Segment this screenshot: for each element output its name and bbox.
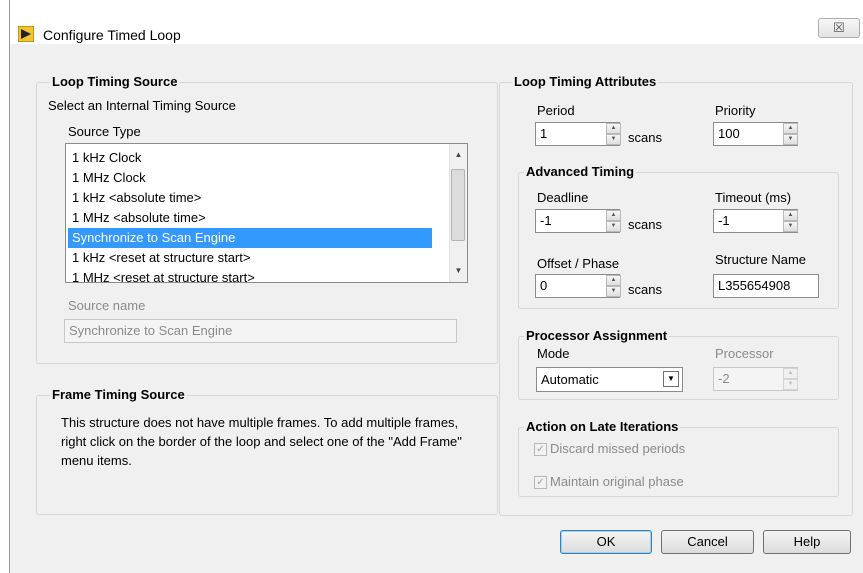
scroll-down-arrow-icon[interactable]: ▼ [450,262,467,279]
spin-up-icon[interactable]: ▲ [606,123,621,134]
processor-spinner: ▲ ▼ [783,368,798,390]
advanced-timing-title: Advanced Timing [524,164,637,179]
labview-app-icon [18,26,34,42]
list-item[interactable]: 1 MHz <absolute time> [68,208,432,228]
spin-down-icon[interactable]: ▼ [606,134,621,145]
spin-down-icon: ▼ [783,379,798,390]
list-item[interactable]: 1 kHz Clock [68,148,432,168]
scrollbar-thumb[interactable] [451,169,465,241]
source-type-label: Source Type [68,124,141,139]
late-iterations-title: Action on Late Iterations [524,419,681,434]
maintain-original-phase-label: Maintain original phase [550,474,684,489]
priority-spinner[interactable]: ▲ ▼ [783,123,798,145]
spin-up-icon[interactable]: ▲ [783,123,798,134]
scroll-up-arrow-icon[interactable]: ▲ [450,146,467,163]
list-item[interactable]: 1 MHz Clock [68,168,432,188]
spin-up-icon: ▲ [783,368,798,379]
spin-up-icon[interactable]: ▲ [606,275,621,286]
list-item[interactable]: 1 kHz <reset at structure start> [68,248,432,268]
loop-timing-attributes-title: Loop Timing Attributes [512,74,659,89]
chevron-down-icon[interactable]: ▼ [663,371,679,387]
structure-name-label: Structure Name [715,252,807,267]
ok-button[interactable]: OK [560,530,652,554]
close-button[interactable]: ☒ [818,18,860,38]
discard-missed-periods-label: Discard missed periods [550,441,686,456]
timeout-spinner[interactable]: ▲ ▼ [783,210,798,232]
deadline-spinner[interactable]: ▲ ▼ [606,210,621,232]
offset-phase-spinner[interactable]: ▲ ▼ [606,275,621,297]
loop-timing-source-title: Loop Timing Source [50,74,180,89]
spin-down-icon[interactable]: ▼ [606,221,621,232]
window-title: Configure Timed Loop [43,27,181,43]
title-bar: Configure Timed Loop ☒ [10,0,863,44]
period-unit: scans [628,130,662,145]
offset-phase-unit: scans [628,282,662,297]
maintain-original-phase-checkbox: ✓ [534,476,547,489]
list-item[interactable]: 1 MHz <reset at structure start> [68,268,432,282]
spin-up-icon[interactable]: ▲ [606,210,621,221]
processor-assignment-title: Processor Assignment [524,328,670,343]
period-spinner[interactable]: ▲ ▼ [606,123,621,145]
help-button[interactable]: Help [763,530,851,554]
deadline-label: Deadline [537,190,589,205]
source-name-label: Source name [68,298,146,313]
internal-timing-subtitle: Select an Internal Timing Source [48,98,236,113]
listbox-scrollbar[interactable]: ▲ ▼ [449,144,467,282]
mode-dropdown-value: Automatic [541,372,599,387]
list-item[interactable]: 1 kHz <absolute time> [68,188,432,208]
processor-label: Processor [715,346,774,361]
source-name-field: Synchronize to Scan Engine [64,319,457,343]
source-type-listbox[interactable]: 1 kHz Clock 1 MHz Clock 1 kHz <absolute … [65,143,468,283]
mode-label: Mode [537,346,570,361]
deadline-unit: scans [628,217,662,232]
mode-dropdown[interactable]: Automatic ▼ [536,367,683,392]
frame-timing-description: This structure does not have multiple fr… [61,415,462,468]
structure-name-field[interactable]: L355654908 [713,274,819,298]
discard-missed-periods-checkbox: ✓ [534,443,547,456]
offset-phase-label: Offset / Phase [537,256,620,271]
spin-up-icon[interactable]: ▲ [783,210,798,221]
list-item-selected[interactable]: Synchronize to Scan Engine [68,228,432,248]
timeout-label: Timeout (ms) [715,190,792,205]
priority-label: Priority [715,103,756,118]
spin-down-icon[interactable]: ▼ [783,221,798,232]
spin-down-icon[interactable]: ▼ [783,134,798,145]
configure-timed-loop-dialog: Configure Timed Loop ☒ Loop Timing Sourc… [9,0,863,573]
frame-timing-source-title: Frame Timing Source [50,387,187,402]
close-icon: ☒ [833,20,845,35]
cancel-button[interactable]: Cancel [661,530,754,554]
period-label: Period [537,103,575,118]
spin-down-icon[interactable]: ▼ [606,286,621,297]
